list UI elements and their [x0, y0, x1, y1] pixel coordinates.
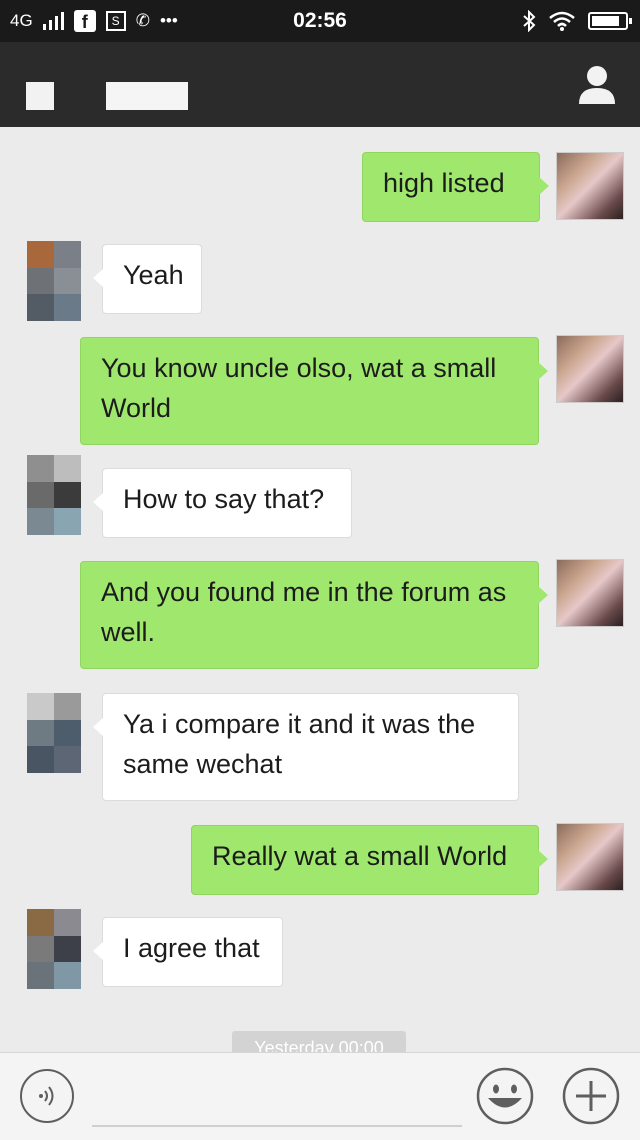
message-bubble-received[interactable]: Ya i compare it and it was the same wech… — [93, 693, 519, 801]
more-button[interactable] — [562, 1067, 620, 1125]
input-bar — [0, 1052, 640, 1140]
my-avatar[interactable] — [556, 559, 624, 627]
contact-avatar[interactable] — [27, 241, 81, 321]
my-avatar[interactable] — [556, 823, 624, 891]
voice-icon — [39, 1086, 54, 1106]
battery-level — [592, 16, 619, 26]
my-avatar[interactable] — [556, 152, 624, 220]
message-bubble-received[interactable]: Yeah — [93, 244, 202, 314]
contact-avatar[interactable] — [27, 693, 81, 773]
voice-button[interactable] — [20, 1069, 74, 1123]
status-bar: 4G f S ✆ ••• 02:56 — [0, 0, 640, 42]
contact-avatar[interactable] — [27, 455, 81, 535]
my-avatar[interactable] — [556, 335, 624, 403]
contact-avatar[interactable] — [27, 909, 81, 989]
chat-header — [0, 42, 640, 127]
emoji-icon — [476, 1067, 534, 1125]
plus-icon — [562, 1067, 620, 1125]
message-bubble-sent[interactable]: And you found me in the forum as well. — [80, 561, 548, 669]
emoji-button[interactable] — [476, 1067, 534, 1125]
message-list[interactable]: high listed Yeah You know uncle olso, wa… — [0, 127, 640, 1052]
profile-button[interactable] — [578, 64, 616, 104]
message-bubble-sent[interactable]: You know uncle olso, wat a small World — [80, 337, 548, 445]
wifi-icon — [549, 11, 575, 31]
battery-icon — [588, 12, 632, 30]
contact-name — [106, 82, 188, 110]
message-input[interactable] — [92, 1125, 462, 1127]
bluetooth-icon — [523, 10, 536, 32]
message-bubble-received[interactable]: How to say that? — [93, 468, 352, 538]
message-bubble-sent[interactable]: Really wat a small World — [191, 825, 548, 895]
back-button[interactable] — [26, 82, 54, 110]
message-bubble-received[interactable]: I agree that — [93, 917, 283, 987]
status-right — [522, 0, 632, 42]
person-icon — [579, 66, 615, 104]
message-bubble-sent[interactable]: high listed — [362, 152, 549, 222]
